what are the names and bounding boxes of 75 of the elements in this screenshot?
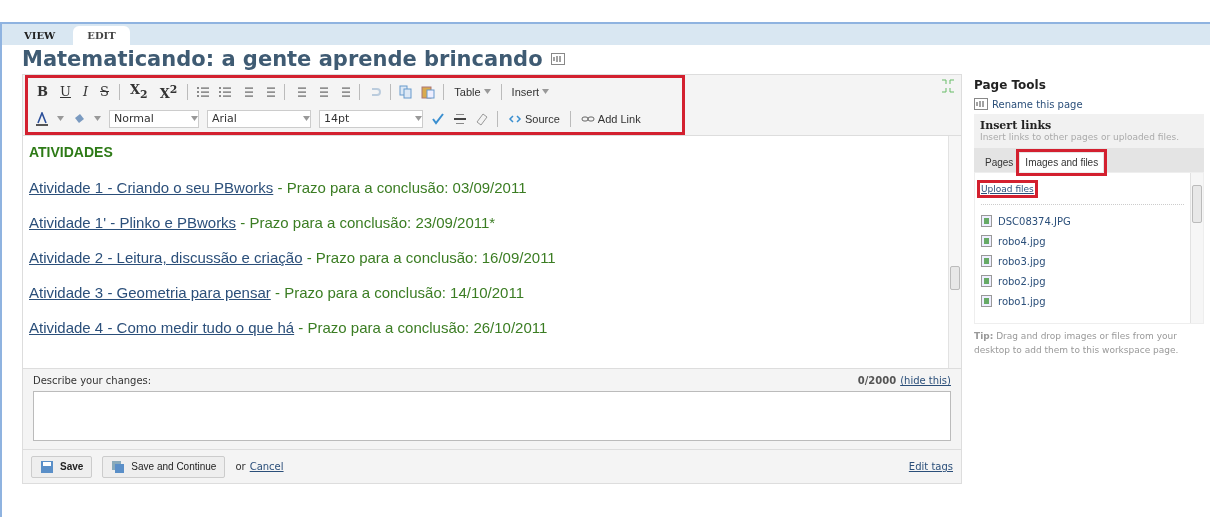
changes-input-field[interactable] bbox=[33, 391, 951, 441]
activity-line: Atividade 4 - Como medir tudo o que há - Prazo para a conclusão: 26/10/2011 bbox=[29, 319, 549, 336]
format-button[interactable]: S bbox=[98, 84, 111, 99]
caret-icon bbox=[94, 116, 101, 121]
insert-links-title: Insert links bbox=[980, 119, 1053, 132]
file-item[interactable]: robo4.jpg bbox=[981, 231, 1184, 251]
activity-link[interactable]: Atividade 3 - Geometria para pensar bbox=[29, 284, 271, 301]
scrollbar[interactable] bbox=[948, 136, 961, 368]
format-button[interactable]: B bbox=[35, 84, 50, 99]
image-file-icon bbox=[981, 215, 992, 227]
caret-icon bbox=[303, 116, 310, 121]
edit-tags-link[interactable]: Edit tags bbox=[908, 461, 953, 472]
save-icon[interactable] bbox=[40, 459, 54, 474]
file-item[interactable]: DSC08374.JPG bbox=[981, 211, 1184, 231]
rename-icon bbox=[974, 98, 988, 110]
image-file-icon bbox=[981, 255, 992, 267]
caret-icon bbox=[483, 89, 491, 94]
image-file-icon bbox=[981, 235, 992, 247]
fill-color-icon[interactable] bbox=[72, 111, 86, 126]
page-tab[interactable]: EDIT bbox=[73, 26, 130, 45]
activity-link[interactable]: Atividade 2 - Leitura, discussão e criação bbox=[29, 249, 303, 266]
numbered-list-icon[interactable] bbox=[218, 84, 233, 99]
table-menu[interactable]: Table bbox=[452, 85, 493, 98]
bullet-list-icon[interactable] bbox=[196, 84, 211, 99]
script-button[interactable]: X$_{2}$ bbox=[128, 82, 150, 101]
character-counter: 0/2000 bbox=[857, 375, 897, 386]
cancel-link[interactable]: Cancel bbox=[249, 461, 284, 472]
image-file-icon bbox=[981, 275, 992, 287]
file-item[interactable]: robo3.jpg bbox=[981, 251, 1184, 271]
or-text: or bbox=[235, 461, 246, 472]
format-button[interactable]: I bbox=[80, 84, 91, 99]
section-heading: ATIVIDADES bbox=[29, 144, 114, 160]
rename-icon bbox=[550, 53, 565, 65]
dropdown-select[interactable]: 14pt bbox=[319, 109, 423, 128]
text-color-icon[interactable] bbox=[35, 111, 49, 126]
file-item[interactable]: robo1.jpg bbox=[981, 291, 1184, 311]
activity-link[interactable]: Atividade 1' - Plinko e PBworks bbox=[29, 214, 237, 231]
sidebar-tab[interactable]: Pages bbox=[980, 153, 1019, 172]
save-pages-icon[interactable] bbox=[111, 459, 126, 474]
add-link-button[interactable]: Add Link bbox=[578, 111, 643, 126]
horizontal-rule-icon[interactable] bbox=[453, 111, 467, 126]
paste-icon[interactable] bbox=[421, 84, 436, 99]
scrollbar[interactable] bbox=[1190, 173, 1203, 323]
activity-line: Atividade 1' - Plinko e PBworks - Prazo para a conclusão: 23/09/2011* bbox=[29, 214, 497, 231]
page-tab[interactable]: VIEW bbox=[10, 26, 70, 45]
activity-line: Atividade 1 - Criando o seu PBworks - Prazo para a conclusão: 03/09/2011 bbox=[29, 179, 528, 196]
file-item[interactable]: robo2.jpg bbox=[981, 271, 1184, 291]
activity-line: Atividade 2 - Leitura, discussão e criação - Prazo para a conclusão: 16/09/2011 bbox=[29, 249, 557, 266]
caret-icon bbox=[415, 116, 422, 121]
save-button[interactable]: Save bbox=[31, 455, 93, 478]
activity-link[interactable]: Atividade 1 - Criando o seu PBworks bbox=[29, 179, 274, 196]
insert-hint: Insert links to other pages or uploaded files. bbox=[980, 132, 1180, 142]
spell-check-icon[interactable] bbox=[431, 111, 445, 126]
source-button[interactable]: Source bbox=[506, 111, 562, 126]
fullscreen-icon[interactable] bbox=[941, 79, 955, 93]
caret-icon bbox=[191, 116, 198, 121]
rename-link[interactable]: Rename this page bbox=[974, 98, 1204, 110]
eraser-icon[interactable] bbox=[475, 111, 489, 126]
field-label: Describe your changes: bbox=[33, 375, 152, 386]
save-and-continue-button[interactable]: Save and Continue bbox=[102, 455, 226, 478]
dropdown-select[interactable]: Normal bbox=[109, 109, 199, 128]
hide-link[interactable]: (hide this) bbox=[900, 375, 951, 386]
page-title: Matematicando: a gente aprende brincando bbox=[22, 47, 543, 71]
format-button[interactable]: U bbox=[58, 84, 73, 99]
image-file-icon bbox=[981, 295, 992, 307]
script-button[interactable]: X$^{2}$ bbox=[157, 82, 180, 101]
dropdown-select[interactable]: Arial bbox=[207, 109, 311, 128]
insert-menu[interactable]: Insert bbox=[509, 85, 552, 98]
sidebar-title: Page Tools bbox=[974, 78, 1047, 92]
caret-icon bbox=[57, 116, 64, 121]
activity-line: Atividade 3 - Geometria para pensar - Prazo para a conclusão: 14/10/2011 bbox=[29, 284, 526, 301]
caret-icon bbox=[542, 89, 550, 94]
tip-text: Tip: Drag and drop images or files from your desktop to add them to this workspace page. bbox=[974, 330, 1180, 357]
activity-link[interactable]: Atividade 4 - Como medir tudo o que há bbox=[29, 319, 295, 336]
copy-icon[interactable] bbox=[399, 84, 414, 99]
